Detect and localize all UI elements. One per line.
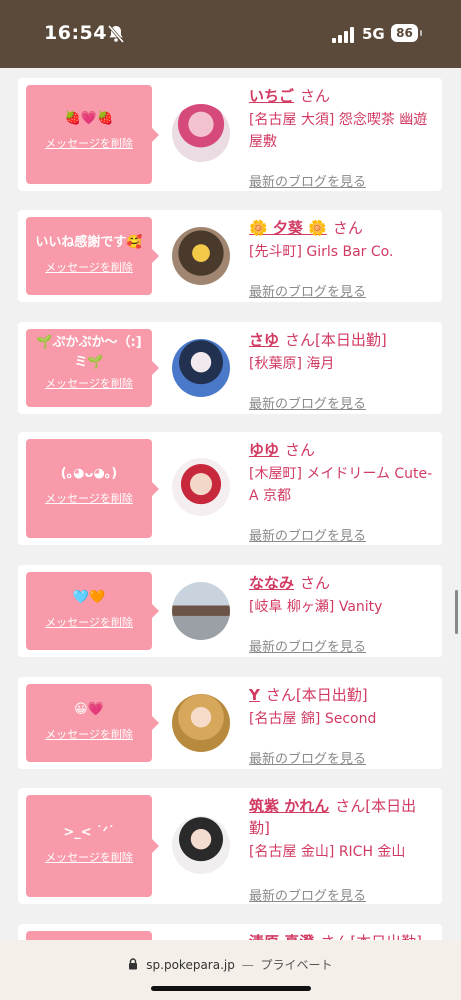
status-bar: 16:54 5G 86: [0, 0, 461, 68]
network-type: 5G: [362, 25, 385, 43]
honorific-label: さん: [332, 219, 363, 237]
avatar[interactable]: [172, 694, 230, 752]
honorific-label: さん: [300, 87, 331, 105]
message-text: 😀💗: [74, 702, 104, 717]
shop-info: [名古屋 金山] RICH 金山: [249, 844, 406, 860]
shop-info: [名古屋 錦] Second: [249, 711, 377, 727]
browser-url-bar[interactable]: sp.pokepara.jp — プライベート: [0, 940, 461, 1000]
message-card: (｡◕ᴗ◕｡) メッセージを削除 ゆゆ さん [木屋町] メイドリーム Cute-…: [18, 432, 442, 545]
message-text: >_< ˙ᐟ˙: [63, 825, 115, 840]
profile-name-link[interactable]: 筑紫 かれん: [249, 797, 329, 815]
avatar[interactable]: [172, 582, 230, 640]
message-text: いいね感謝です🥰: [35, 235, 143, 250]
profile-name-link[interactable]: さゆ: [249, 331, 279, 349]
message-card: 🍓💗🍓 メッセージを削除 いちご さん [名古屋 大須] 怨念喫茶 幽遊屋敷 最新…: [18, 78, 442, 191]
avatar[interactable]: [172, 458, 230, 516]
battery-cap: [420, 30, 422, 36]
profile-name-link[interactable]: 🌼 夕葵 🌼: [249, 219, 327, 237]
delete-message-link[interactable]: メッセージを削除: [26, 375, 152, 391]
delete-message-link[interactable]: メッセージを削除: [26, 726, 152, 742]
shop-info: [木屋町] メイドリーム Cute-A 京都: [249, 466, 433, 504]
avatar[interactable]: [172, 816, 230, 874]
profile-name-link[interactable]: Y: [249, 686, 260, 704]
message-card: 😀💗 メッセージを削除 Y さん[本日出勤] [名古屋 錦] Second 最新の…: [18, 677, 442, 769]
message-card: >_< ˙ᐟ˙ メッセージを削除 筑紫 かれん さん[本日出勤] [名古屋 金山]…: [18, 788, 442, 904]
message-text: (｡◕ᴗ◕｡): [60, 466, 118, 481]
shop-info: [秋葉原] 海月: [249, 356, 335, 372]
message-text: 🩵🧡: [72, 590, 106, 605]
scroll-indicator[interactable]: [455, 590, 458, 634]
lock-icon: [129, 958, 138, 970]
battery-icon: 86: [391, 24, 418, 42]
message-bubble: >_< ˙ᐟ˙ メッセージを削除: [26, 795, 159, 897]
honorific-label: さん[本日出勤]: [285, 331, 387, 349]
bell-muted-icon: [107, 25, 125, 43]
avatar[interactable]: [172, 227, 230, 285]
profile-name-link[interactable]: ななみ: [249, 574, 294, 592]
latest-blog-link[interactable]: 最新のブログを見る: [249, 636, 366, 655]
latest-blog-link[interactable]: 最新のブログを見る: [249, 525, 366, 544]
message-bubble: いいね感謝です🥰 メッセージを削除: [26, 217, 159, 295]
latest-blog-link[interactable]: 最新のブログを見る: [249, 393, 366, 412]
delete-message-link[interactable]: メッセージを削除: [26, 490, 152, 506]
latest-blog-link[interactable]: 最新のブログを見る: [249, 281, 366, 300]
url-separator: —: [241, 958, 254, 972]
url-display[interactable]: sp.pokepara.jp — プライベート: [0, 956, 461, 973]
delete-message-link[interactable]: メッセージを削除: [26, 614, 152, 630]
honorific-label: さん: [300, 574, 331, 592]
message-card: 🩵🧡 メッセージを削除 ななみ さん [岐阜 柳ヶ瀬] Vanity 最新のブログ…: [18, 565, 442, 657]
message-bubble: 😀💗 メッセージを削除: [26, 684, 159, 762]
delete-message-link[interactable]: メッセージを削除: [26, 849, 152, 865]
message-bubble: 🍓💗🍓 メッセージを削除: [26, 85, 159, 184]
message-text: 🌱ぷかぷか〜（:]ミ🌱: [36, 335, 142, 370]
url-mode: プライベート: [260, 958, 333, 972]
shop-info: [名古屋 大須] 怨念喫茶 幽遊屋敷: [249, 112, 428, 150]
shop-info: [先斗町] Girls Bar Co.: [249, 244, 394, 260]
honorific-label: さん: [285, 441, 316, 459]
message-bubble: (｡◕ᴗ◕｡) メッセージを削除: [26, 439, 159, 538]
profile-name-link[interactable]: いちご: [249, 87, 294, 105]
message-card: 🌱ぷかぷか〜（:]ミ🌱 メッセージを削除 さゆ さん[本日出勤] [秋葉原] 海月…: [18, 322, 442, 414]
message-text: 🍓💗🍓: [64, 111, 114, 126]
status-time: 16:54: [44, 22, 107, 44]
signal-icon: [332, 27, 354, 43]
delete-message-link[interactable]: メッセージを削除: [26, 135, 152, 151]
message-card: いいね感謝です🥰 メッセージを削除 🌼 夕葵 🌼 さん [先斗町] Girls B…: [18, 210, 442, 302]
shop-info: [岐阜 柳ヶ瀬] Vanity: [249, 599, 383, 615]
honorific-label: さん[本日出勤]: [265, 686, 368, 704]
message-bubble: 🌱ぷかぷか〜（:]ミ🌱 メッセージを削除: [26, 329, 159, 407]
latest-blog-link[interactable]: 最新のブログを見る: [249, 885, 366, 904]
message-bubble: 🩵🧡 メッセージを削除: [26, 572, 159, 650]
home-indicator[interactable]: [151, 986, 311, 991]
url-domain: sp.pokepara.jp: [146, 958, 235, 972]
latest-blog-link[interactable]: 最新のブログを見る: [249, 171, 366, 190]
avatar[interactable]: [172, 104, 230, 162]
delete-message-link[interactable]: メッセージを削除: [26, 259, 152, 275]
profile-name-link[interactable]: ゆゆ: [249, 441, 279, 459]
avatar[interactable]: [172, 339, 230, 397]
latest-blog-link[interactable]: 最新のブログを見る: [249, 748, 366, 767]
